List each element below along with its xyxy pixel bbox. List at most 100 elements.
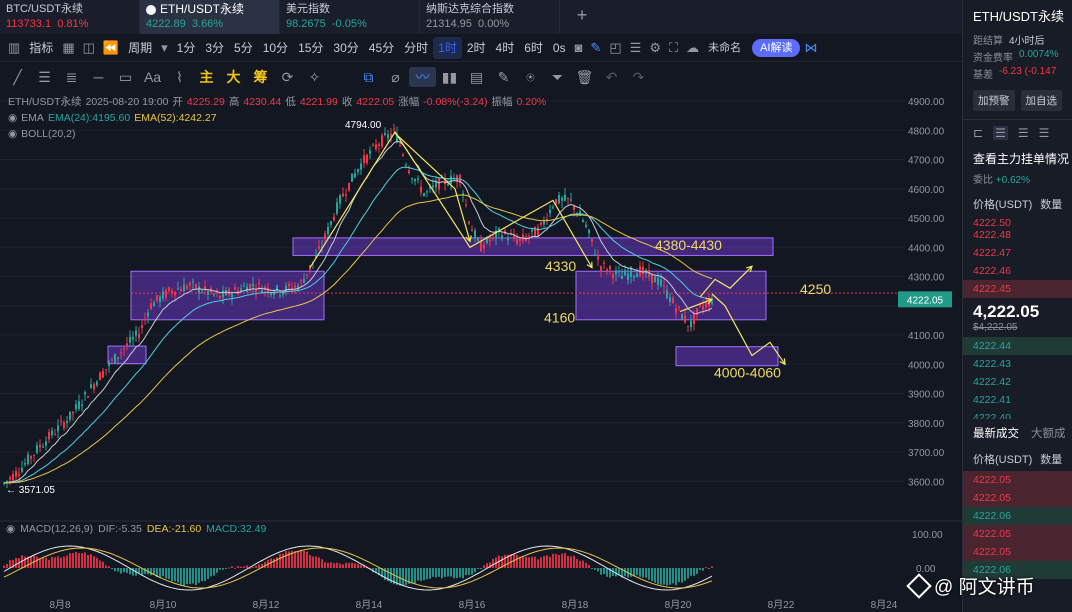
orderbook-list-icon[interactable]: ☰ [993,126,1008,140]
eye-icon[interactable]: ◉ [6,523,15,535]
chip-tool[interactable]: 筹 [247,67,274,87]
add-alert-button[interactable]: 加预警 [973,90,1015,111]
fullscreen-icon[interactable]: ⛶ [665,40,682,56]
tab-dxy[interactable]: 美元指数 98.2675 -0.05% [280,0,420,34]
refresh-icon[interactable]: ⟳ [274,69,301,86]
bid-row[interactable]: 4222.43 [963,355,1072,373]
macd-bar [645,568,647,578]
bid-row[interactable]: 4222.40 [963,409,1072,419]
candle-body [609,266,611,270]
text-tool[interactable]: Aa [139,69,166,85]
price-chart[interactable]: ETH/USDT永续 2025-08-20 19:00 开 4225.29 高 42… [0,92,962,612]
layout-name[interactable]: 未命名 [703,37,746,59]
bars-icon[interactable]: ▮▮ [436,69,463,86]
tf-3m[interactable]: 3分 [200,37,229,59]
tf-2h[interactable]: 2时 [462,37,491,59]
horizontal-line-icon[interactable]: ─ [85,69,112,85]
tab-nasdaq[interactable]: 纳斯达克综合指数 21314.95 0.00% [420,0,560,34]
orderbook-ask-icon[interactable]: ☰ [1039,126,1050,140]
paint-icon[interactable]: ⍟ [517,69,544,86]
price-tick-label: 4800.00 [908,126,945,137]
tf-1m[interactable]: 1分 [172,37,201,59]
parallel-lines-icon[interactable]: ☰ [31,69,58,86]
copy-icon[interactable]: ⧉ [355,69,382,86]
magic-icon[interactable]: ✧ [301,69,328,86]
list-icon[interactable]: ☰ [626,40,646,56]
tf-1h[interactable]: 1时 [433,36,462,59]
indicator-icon[interactable]: ▥ [4,40,24,56]
boll-row[interactable]: ◉ BOLL(20,2) [8,126,546,142]
comment-icon[interactable]: ◰ [605,40,625,56]
macd-bar [300,549,302,568]
trendline-icon[interactable]: ╱ [4,69,31,86]
tab-big-trades[interactable]: 大额成 [1031,425,1066,441]
add-tab-icon[interactable]: + [562,0,602,34]
tab-latest-trades[interactable]: 最新成交 [973,425,1019,441]
tf-45m[interactable]: 45分 [364,37,399,59]
tf-intraday[interactable]: 分时 [399,37,433,59]
macd-bar [666,568,668,586]
macd-bar [213,568,215,576]
ask-row[interactable]: 4222.50 [963,216,1072,226]
undo-icon[interactable]: ↶ [598,69,625,86]
tf-10m[interactable]: 10分 [258,37,293,59]
edit-icon[interactable]: ✎ [490,69,517,86]
macd-bar [324,562,326,568]
ema-row[interactable]: ◉ EMA EMA(24):4195.60 EMA(52):4242.27 [8,110,546,126]
eye-icon[interactable]: ◉ [8,126,17,142]
candle-body [300,280,302,282]
ask-row[interactable]: 4222.47 [963,244,1072,262]
bid-row[interactable]: 4222.44 [963,337,1072,355]
period-button[interactable]: 周期 [123,37,157,59]
tf-30m[interactable]: 30分 [328,37,363,59]
indicator-button[interactable]: 指标 [24,37,58,59]
tf-15m[interactable]: 15分 [293,37,328,59]
fib-icon[interactable]: ≣ [58,69,85,86]
candle-body [165,290,167,298]
legend-amp: 0.20% [516,96,547,108]
ask-row[interactable]: 4222.45 [963,280,1072,298]
replay-icon[interactable]: ⏪ [99,40,123,56]
ai-analysis-button[interactable]: AI解读 [752,38,801,57]
trash-icon[interactable]: 🗑 [571,69,598,86]
calendar-icon[interactable]: ▦ [58,40,78,56]
ruler-icon[interactable]: ⌀ [382,69,409,86]
ask-row[interactable]: 4222.48 [963,226,1072,244]
rectangle-icon[interactable]: ▭ [112,69,139,86]
pen-icon[interactable]: ✎ [586,40,605,56]
candle-body [189,282,191,286]
camera-icon[interactable]: ◙ [571,40,587,55]
add-watchlist-button[interactable]: 加自选 [1020,90,1062,111]
orderbook-bid-icon[interactable]: ☰ [1018,126,1029,140]
tab-eth[interactable]: ETH/USDT永续 4222.89 3.66% [140,0,280,34]
gear-icon[interactable]: ⚙ [645,40,665,56]
macd-bar [561,553,563,568]
bid-row[interactable]: 4222.41 [963,391,1072,409]
tab-btc[interactable]: BTC/USDT永续 113733.1 0.81% [0,0,140,34]
candle-body [375,144,377,150]
bid-row[interactable]: 4222.42 [963,373,1072,391]
ask-row[interactable]: 4222.46 [963,262,1072,280]
brush-icon[interactable]: ⌇ [166,69,193,86]
draw-mode-icon[interactable]: 〰 [409,67,436,87]
eye-icon[interactable]: ◉ [8,110,17,126]
redo-icon[interactable]: ↷ [625,69,652,86]
layout-icon[interactable]: ◫ [79,40,99,56]
main-force-tool[interactable]: 主 [193,67,220,87]
chevron-down-icon[interactable]: ▾ [157,40,172,56]
tf-0s[interactable]: 0s [548,37,571,59]
tf-6h[interactable]: 6时 [519,37,548,59]
candle-body [195,284,197,289]
orderbook-section-title[interactable]: 查看主力挂单情况 [963,146,1072,171]
clipboard-icon[interactable]: ▤ [463,69,490,86]
tf-4h[interactable]: 4时 [491,37,520,59]
share-icon[interactable]: ⋈ [800,40,821,56]
filter-icon[interactable]: ⏷ [544,69,571,86]
cloud-icon[interactable]: ☁ [682,40,703,56]
big-order-tool[interactable]: 大 [220,67,247,87]
candle-body [528,236,530,238]
price-tick-label: 4300.00 [908,273,945,284]
tf-5m[interactable]: 5分 [229,37,258,59]
candle-body [585,224,587,227]
orderbook-both-icon[interactable]: ⊏ [973,126,983,140]
